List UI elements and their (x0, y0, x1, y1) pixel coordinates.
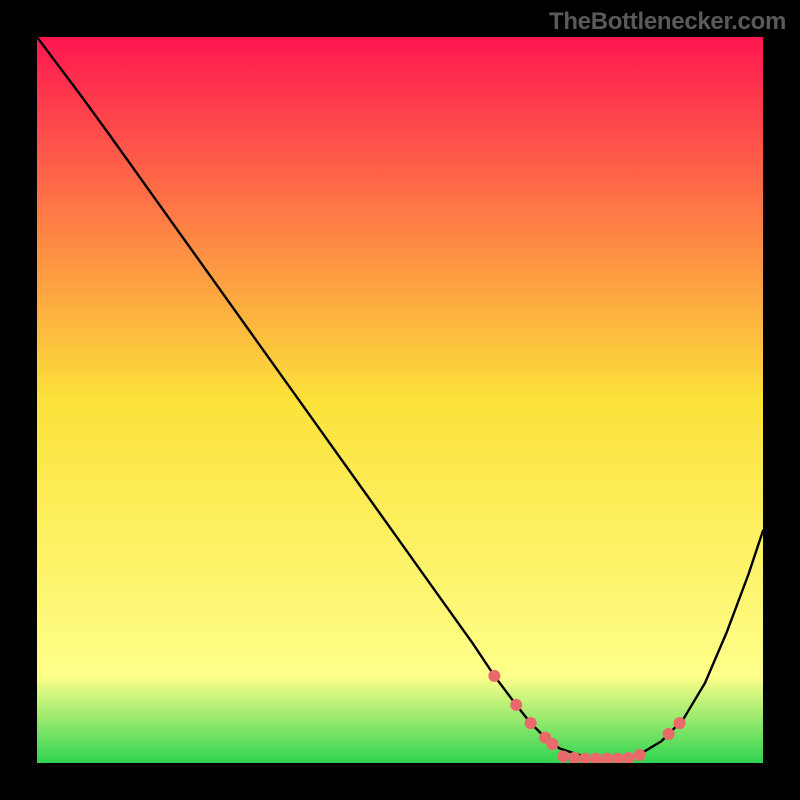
chart-frame: TheBottlenecker.com (0, 0, 800, 800)
marker-dot (663, 728, 675, 740)
marker-dot (488, 670, 500, 682)
marker-dot (634, 749, 646, 761)
chart-plot-area (37, 37, 763, 763)
chart-background (37, 37, 763, 763)
marker-dot (546, 738, 558, 750)
chart-svg (37, 37, 763, 763)
marker-dot (557, 750, 569, 762)
attribution-label: TheBottlenecker.com (549, 8, 786, 36)
marker-dot (510, 699, 522, 711)
marker-dot (674, 717, 686, 729)
marker-dot (525, 717, 537, 729)
